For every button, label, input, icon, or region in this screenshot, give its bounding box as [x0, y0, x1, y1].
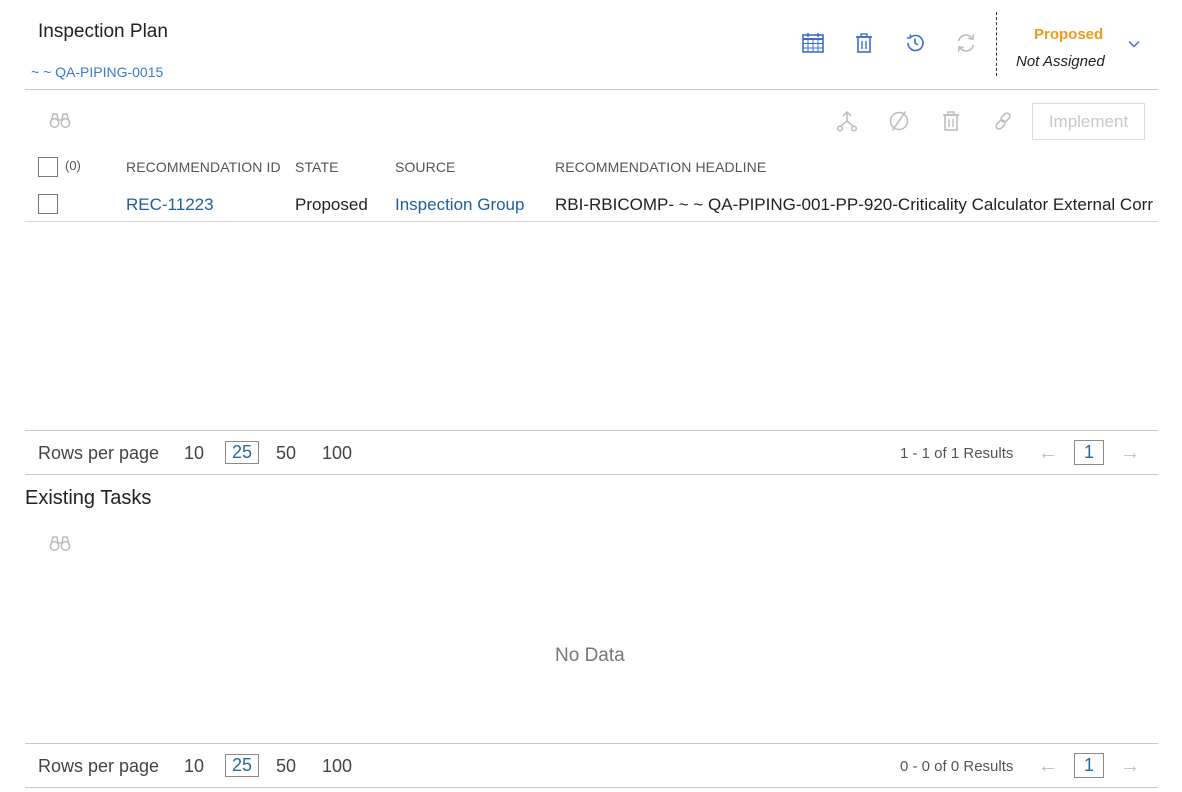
rows-option-50[interactable]: 50 — [276, 443, 296, 464]
state-divider — [996, 12, 997, 76]
chevron-down-icon[interactable] — [1126, 36, 1142, 57]
column-header-recommendation-headline[interactable]: RECOMMENDATION HEADLINE — [555, 159, 766, 175]
refresh-icon[interactable] — [949, 26, 983, 60]
row-checkbox[interactable] — [38, 194, 58, 214]
trash-icon[interactable] — [847, 26, 881, 60]
column-header-state[interactable]: STATE — [295, 159, 339, 175]
page-title: Inspection Plan — [38, 21, 168, 42]
source-link[interactable]: Inspection Group — [395, 195, 524, 215]
prev-page-icon[interactable]: ← — [1038, 755, 1058, 778]
row-headline: RBI-RBICOMP- ~ ~ QA-PIPING-001-PP-920-Cr… — [555, 195, 1153, 214]
rows-option-50[interactable]: 50 — [276, 756, 296, 777]
pager-divider-bottom — [25, 474, 1158, 475]
column-header-source[interactable]: SOURCE — [395, 159, 456, 175]
results-count: 0 - 0 of 0 Results — [900, 758, 1014, 775]
current-page[interactable]: 1 — [1074, 440, 1104, 465]
next-page-icon[interactable]: → — [1120, 442, 1140, 465]
current-page[interactable]: 1 — [1074, 753, 1104, 778]
rows-option-25[interactable]: 25 — [225, 441, 260, 464]
binoculars-icon[interactable] — [43, 526, 77, 560]
implement-button[interactable]: Implement — [1032, 103, 1145, 140]
grid-toolbar — [830, 104, 1020, 138]
column-header-recommendation-id[interactable]: RECOMMENDATION ID — [126, 159, 281, 175]
recommendation-id-link[interactable]: REC-11223 — [126, 195, 214, 215]
rows-per-page-label: Rows per page — [38, 756, 160, 776]
state-owner: Not Assigned — [1016, 53, 1105, 70]
hierarchy-icon[interactable] — [830, 104, 864, 138]
prev-page-icon[interactable]: ← — [1038, 442, 1058, 465]
header-toolbar — [796, 26, 983, 60]
history-icon[interactable] — [898, 26, 932, 60]
results-count: 1 - 1 of 1 Results — [900, 445, 1014, 462]
rows-option-25[interactable]: 25 — [225, 754, 260, 777]
tasks-pager-divider-bottom — [25, 787, 1158, 788]
select-all-checkbox[interactable] — [38, 157, 58, 177]
row-state: Proposed — [295, 195, 368, 214]
calendar-icon[interactable] — [796, 26, 830, 60]
binoculars-icon[interactable] — [43, 103, 77, 137]
rows-option-10[interactable]: 10 — [184, 443, 204, 464]
next-page-icon[interactable]: → — [1120, 755, 1140, 778]
rows-option-10[interactable]: 10 — [184, 756, 204, 777]
rows-per-page-label: Rows per page — [38, 443, 160, 463]
existing-tasks-title: Existing Tasks — [25, 487, 152, 509]
rows-option-100[interactable]: 100 — [322, 756, 352, 777]
header-divider — [25, 89, 1158, 90]
selected-count: (0) — [65, 158, 81, 173]
tasks-pager: Rows per page 10 25 50 100 0 - 0 of 0 Re… — [25, 744, 1158, 788]
recommendations-pager: Rows per page 10 25 50 100 1 - 1 of 1 Re… — [25, 431, 1158, 475]
link-icon[interactable] — [986, 104, 1020, 138]
table-row[interactable]: REC-11223 Proposed Inspection Group RBI-… — [25, 186, 1158, 222]
ban-icon[interactable] — [882, 104, 916, 138]
trash-icon[interactable] — [934, 104, 968, 138]
asset-link[interactable]: ~ ~ QA-PIPING-0015 — [31, 64, 163, 80]
rows-option-100[interactable]: 100 — [322, 443, 352, 464]
state-name[interactable]: Proposed — [1034, 26, 1103, 43]
empty-state-text: No Data — [555, 645, 625, 666]
